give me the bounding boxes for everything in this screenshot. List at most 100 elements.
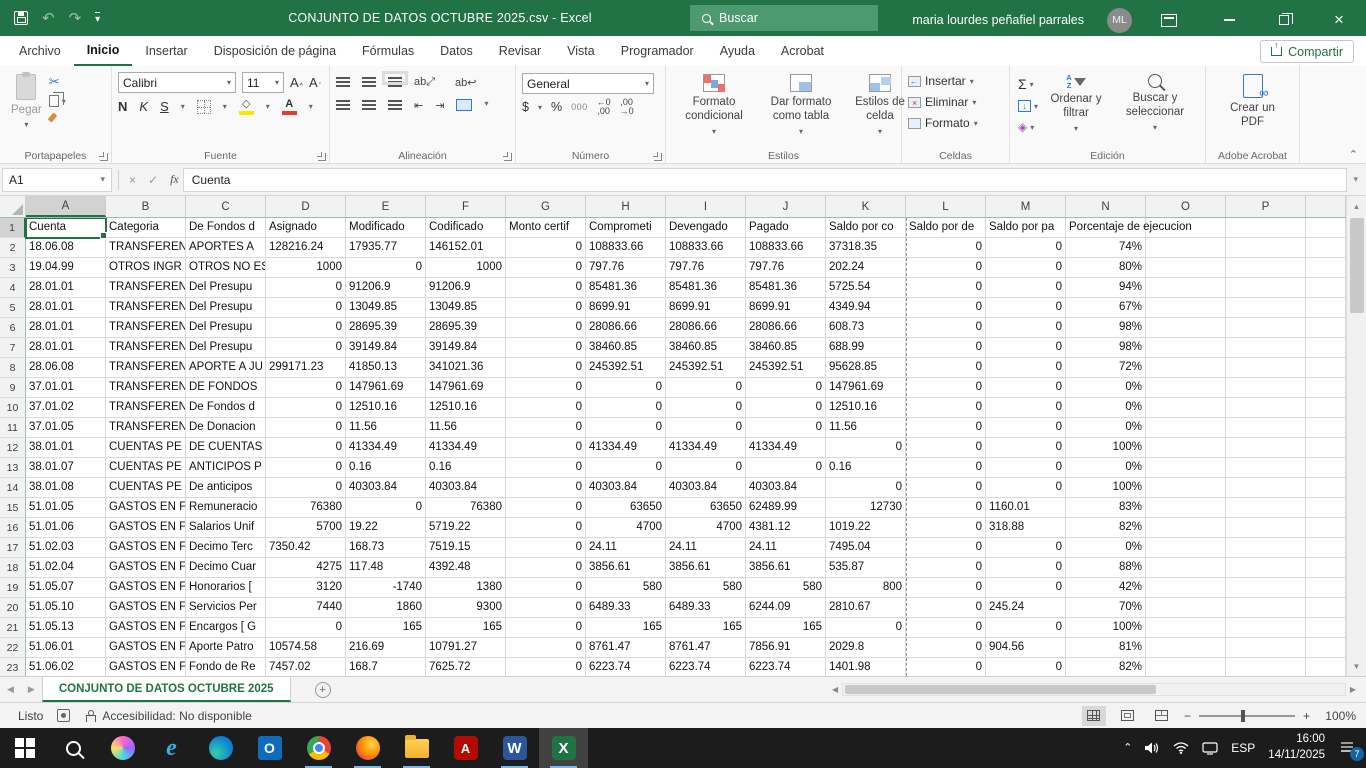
cell-P3[interactable] [1226, 258, 1306, 278]
cell-D16[interactable]: 5700 [266, 518, 346, 538]
tab-archivo[interactable]: Archivo [6, 36, 74, 66]
cell-N1[interactable]: Porcentaje de ejecucion [1066, 218, 1146, 238]
cell-A13[interactable]: 38.01.07 [26, 458, 106, 478]
cell-P10[interactable] [1226, 398, 1306, 418]
cell-H8[interactable]: 245392.51 [586, 358, 666, 378]
cell-Q15[interactable] [1306, 498, 1346, 518]
cell-C15[interactable]: Remuneracio [186, 498, 266, 518]
conditional-formatting-button[interactable]: Formato condicional ▾ [672, 70, 756, 147]
column-header-M[interactable]: M [986, 196, 1066, 217]
tab-revisar[interactable]: Revisar [486, 36, 554, 66]
cell-C5[interactable]: Del Presupu [186, 298, 266, 318]
cell-H7[interactable]: 38460.85 [586, 338, 666, 358]
cell-H15[interactable]: 63650 [586, 498, 666, 518]
cell-M16[interactable]: 318.88 [986, 518, 1066, 538]
cell-P16[interactable] [1226, 518, 1306, 538]
cell-M10[interactable]: 0 [986, 398, 1066, 418]
cell-D18[interactable]: 4275 [266, 558, 346, 578]
cell-A14[interactable]: 38.01.08 [26, 478, 106, 498]
cell-I15[interactable]: 63650 [666, 498, 746, 518]
show-hidden-icons-icon[interactable]: ⌃ [1123, 741, 1132, 754]
cell-Q4[interactable] [1306, 278, 1346, 298]
zoom-in-button[interactable]: + [1303, 709, 1310, 723]
cell-P15[interactable] [1226, 498, 1306, 518]
cell-P14[interactable] [1226, 478, 1306, 498]
search-box[interactable]: Buscar [690, 5, 878, 31]
cell-D10[interactable]: 0 [266, 398, 346, 418]
cell-K22[interactable]: 2029.8 [826, 638, 906, 658]
cell-P19[interactable] [1226, 578, 1306, 598]
cell-P9[interactable] [1226, 378, 1306, 398]
cell-E6[interactable]: 28695.39 [346, 318, 426, 338]
cell-P20[interactable] [1226, 598, 1306, 618]
cell-P12[interactable] [1226, 438, 1306, 458]
taskbar-ie-button[interactable]: e [147, 728, 196, 768]
cell-L10[interactable]: 0 [906, 398, 986, 418]
cell-H4[interactable]: 85481.36 [586, 278, 666, 298]
cell-B10[interactable]: TRANSFEREN [106, 398, 186, 418]
cell-M2[interactable]: 0 [986, 238, 1066, 258]
cell-O22[interactable] [1146, 638, 1226, 658]
cell-G17[interactable]: 0 [506, 538, 586, 558]
cell-C17[interactable]: Decimo Terc [186, 538, 266, 558]
cell-P11[interactable] [1226, 418, 1306, 438]
align-center-icon[interactable] [362, 100, 376, 102]
cell-G1[interactable]: Monto certif [506, 218, 586, 238]
cell-N3[interactable]: 80% [1066, 258, 1146, 278]
cell-E17[interactable]: 168.73 [346, 538, 426, 558]
cell-D8[interactable]: 299171.23 [266, 358, 346, 378]
cell-M20[interactable]: 245.24 [986, 598, 1066, 618]
cell-N22[interactable]: 81% [1066, 638, 1146, 658]
cell-C23[interactable]: Fondo de Re [186, 658, 266, 676]
cell-Q12[interactable] [1306, 438, 1346, 458]
cell-F19[interactable]: 1380 [426, 578, 506, 598]
cell-K5[interactable]: 4349.94 [826, 298, 906, 318]
cell-J4[interactable]: 85481.36 [746, 278, 826, 298]
cell-K7[interactable]: 688.99 [826, 338, 906, 358]
cell-E1[interactable]: Modificado [346, 218, 426, 238]
taskbar-explorer-button[interactable] [392, 728, 441, 768]
cell-I8[interactable]: 245392.51 [666, 358, 746, 378]
cell-D4[interactable]: 0 [266, 278, 346, 298]
align-middle-icon[interactable] [362, 77, 376, 79]
cell-L4[interactable]: 0 [906, 278, 986, 298]
cell-P4[interactable] [1226, 278, 1306, 298]
cell-Q8[interactable] [1306, 358, 1346, 378]
cell-Q7[interactable] [1306, 338, 1346, 358]
copy-button[interactable]: ▾ [49, 95, 66, 107]
cell-F2[interactable]: 146152.01 [426, 238, 506, 258]
cell-E5[interactable]: 13049.85 [346, 298, 426, 318]
cell-O2[interactable] [1146, 238, 1226, 258]
page-layout-view-button[interactable] [1116, 706, 1140, 726]
borders-icon[interactable] [197, 100, 211, 114]
cell-D15[interactable]: 76380 [266, 498, 346, 518]
cell-G16[interactable]: 0 [506, 518, 586, 538]
taskbar-outlook-button[interactable]: O [245, 728, 294, 768]
column-header-G[interactable]: G [506, 196, 586, 217]
format-painter-button[interactable] [49, 112, 66, 125]
prev-sheet-icon[interactable]: ◀ [0, 684, 21, 695]
cell-K13[interactable]: 0.16 [826, 458, 906, 478]
orientation-icon[interactable]: ab⤢ [414, 76, 435, 89]
cell-J2[interactable]: 108833.66 [746, 238, 826, 258]
cell-Q3[interactable] [1306, 258, 1346, 278]
cell-O12[interactable] [1146, 438, 1226, 458]
cell-M11[interactable]: 0 [986, 418, 1066, 438]
taskbar-copilot-button[interactable] [98, 728, 147, 768]
row-header-6[interactable]: 6 [0, 318, 26, 338]
accounting-format-button[interactable]: $ [522, 100, 529, 114]
delete-cells-button[interactable]: Eliminar▾ [908, 95, 1003, 109]
cell-K9[interactable]: 147961.69 [826, 378, 906, 398]
cell-F14[interactable]: 40303.84 [426, 478, 506, 498]
cell-I17[interactable]: 24.11 [666, 538, 746, 558]
cell-C3[interactable]: OTROS NO ES [186, 258, 266, 278]
cell-F6[interactable]: 28695.39 [426, 318, 506, 338]
language-indicator[interactable]: ESP [1231, 741, 1255, 755]
cell-G12[interactable]: 0 [506, 438, 586, 458]
autosum-button[interactable]: Σ▾ [1018, 76, 1038, 92]
find-select-button[interactable]: Buscar y seleccionar ▾ [1112, 70, 1198, 147]
cell-H22[interactable]: 8761.47 [586, 638, 666, 658]
cell-O17[interactable] [1146, 538, 1226, 558]
cell-M15[interactable]: 1160.01 [986, 498, 1066, 518]
formula-input[interactable]: Cuenta [183, 168, 1348, 192]
